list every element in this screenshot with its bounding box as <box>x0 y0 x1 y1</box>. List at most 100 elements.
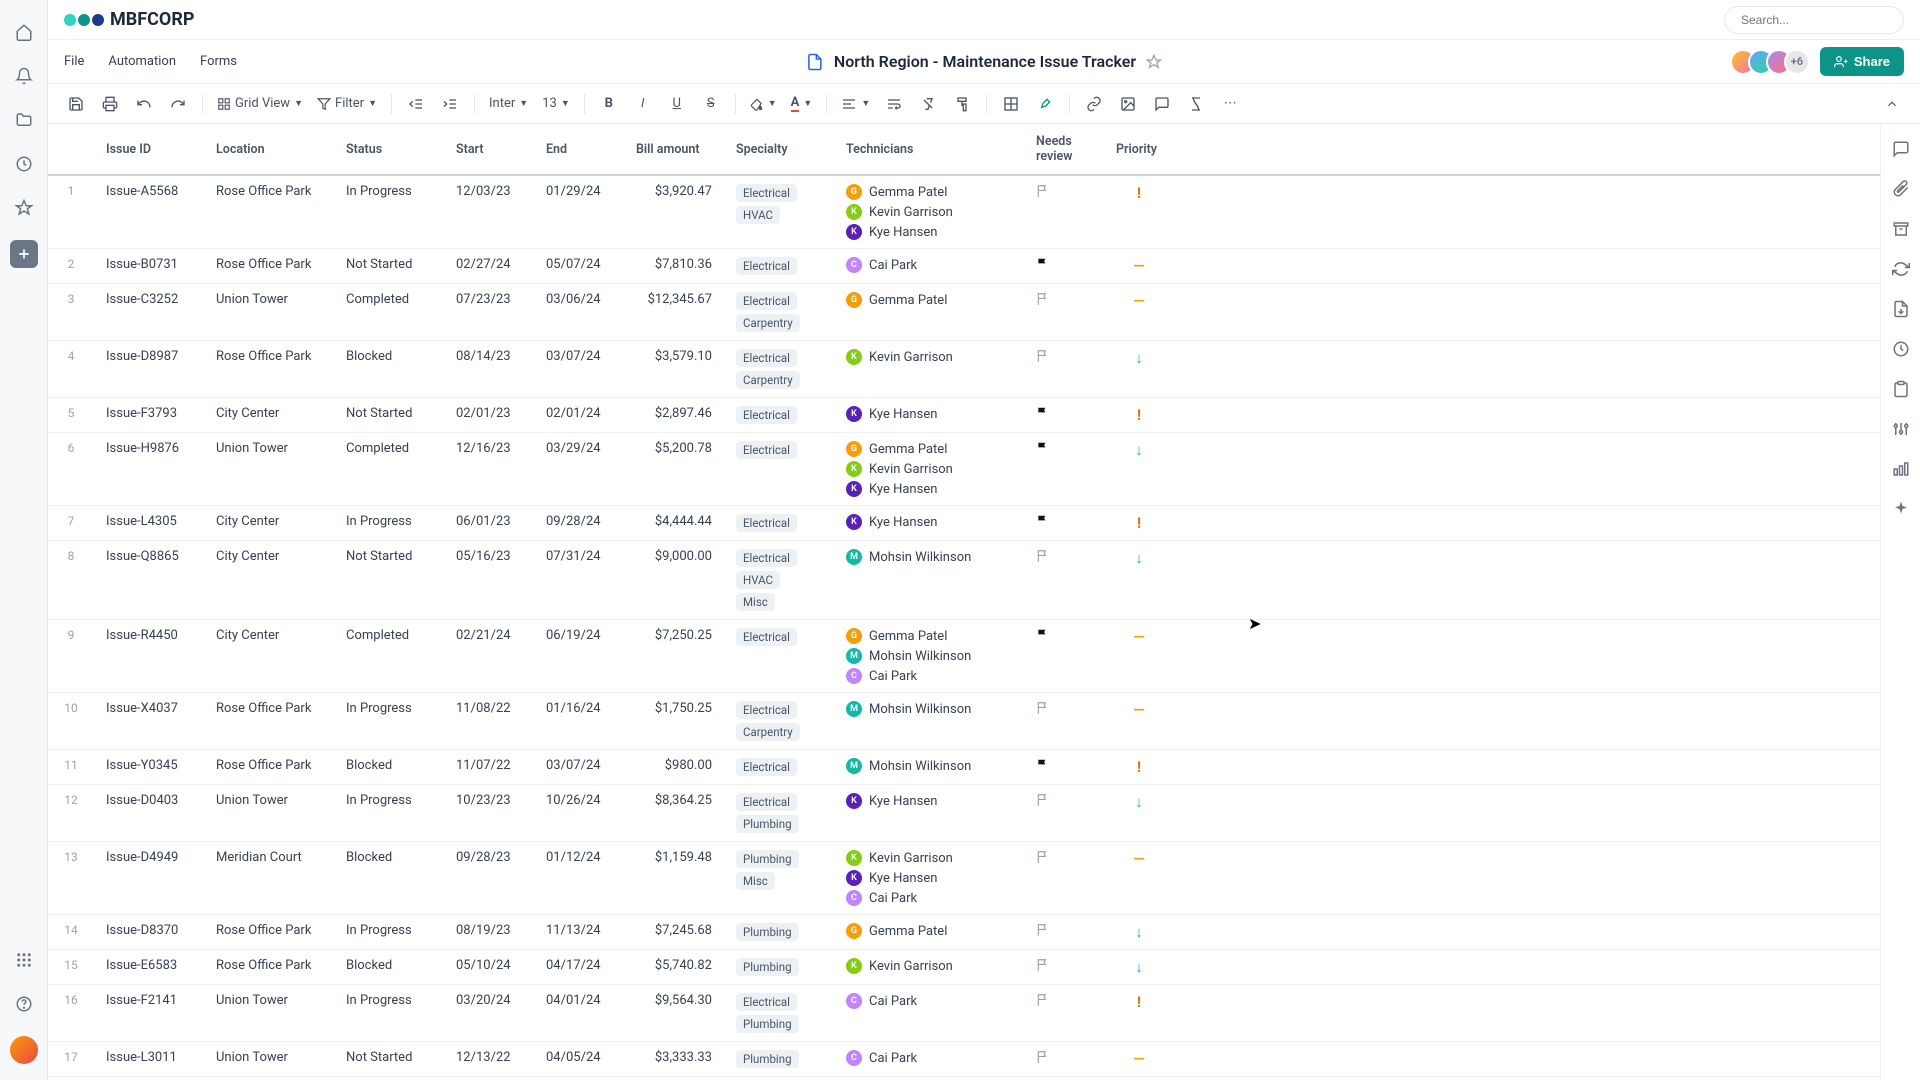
flag-icon[interactable] <box>1036 701 1092 715</box>
flag-icon[interactable] <box>1036 257 1092 271</box>
col-status[interactable]: Status <box>334 124 444 175</box>
cell-specialty[interactable]: ElectricalHVAC <box>724 175 834 249</box>
more-icon[interactable]: ⋯ <box>1216 90 1244 118</box>
favorite-star-icon[interactable] <box>1146 54 1162 70</box>
cell-bill[interactable]: $12,345.67 <box>624 284 724 341</box>
cell-bill[interactable]: $3,920.47 <box>624 175 724 249</box>
cell-empty[interactable] <box>1174 249 1880 284</box>
cell-start[interactable]: 08/14/23 <box>444 341 534 398</box>
print-icon[interactable] <box>96 90 124 118</box>
settings-icon[interactable] <box>1890 418 1912 440</box>
cell-status[interactable]: Completed <box>334 1077 444 1080</box>
activity-icon[interactable] <box>1890 338 1912 360</box>
cell-issue[interactable]: Issue-D8370 <box>94 915 204 950</box>
cell-empty[interactable] <box>1174 620 1880 693</box>
cell-specialty[interactable]: Plumbing <box>724 1042 834 1077</box>
cell-specialty[interactable]: Electrical <box>724 433 834 506</box>
cell-priority[interactable]: ↓ <box>1104 950 1174 985</box>
bold-icon[interactable]: B <box>595 90 623 118</box>
cell-start[interactable]: 02/21/24 <box>444 620 534 693</box>
cell-review[interactable] <box>1024 506 1104 541</box>
outdent-icon[interactable] <box>402 90 430 118</box>
cell-end[interactable]: 05/07/24 <box>534 249 624 284</box>
cell-location[interactable]: Meridian Court <box>204 842 334 915</box>
cell-technicians[interactable]: MMohsin Wilkinson <box>834 541 1024 620</box>
col-end[interactable]: End <box>534 124 624 175</box>
col-empty[interactable] <box>1174 124 1880 175</box>
fontsize-dropdown[interactable]: 13▼ <box>538 90 574 118</box>
cell-empty[interactable] <box>1174 506 1880 541</box>
cell-bill[interactable]: $7,250.25 <box>624 620 724 693</box>
align-icon[interactable]: ▼ <box>837 90 874 118</box>
table-row[interactable]: 1 Issue-A5568 Rose Office Park In Progre… <box>48 175 1880 249</box>
cell-issue[interactable]: Issue-U1473 <box>94 1077 204 1080</box>
cell-review[interactable] <box>1024 249 1104 284</box>
flag-icon[interactable] <box>1036 1050 1092 1064</box>
cell-specialty[interactable]: ElectricalCarpentry <box>724 693 834 750</box>
cell-bill[interactable]: $980.00 <box>624 750 724 785</box>
flag-icon[interactable] <box>1036 993 1092 1007</box>
search-input[interactable] <box>1741 13 1896 27</box>
cell-location[interactable]: City Center <box>204 541 334 620</box>
cell-technicians[interactable]: GGemma PatelMMohsin WilkinsonCCai Park <box>834 620 1024 693</box>
flag-icon[interactable] <box>1036 758 1092 772</box>
col-specialty[interactable]: Specialty <box>724 124 834 175</box>
cell-specialty[interactable]: Electrical <box>724 620 834 693</box>
cell-review[interactable] <box>1024 433 1104 506</box>
cell-review[interactable] <box>1024 620 1104 693</box>
table-row[interactable]: 17 Issue-L3011 Union Tower Not Started 1… <box>48 1042 1880 1077</box>
ai-sparkle-icon[interactable] <box>1890 498 1912 520</box>
cell-technicians[interactable]: MMohsin Wilkinson <box>834 750 1024 785</box>
cell-end[interactable]: 03/06/24 <box>534 284 624 341</box>
cell-start[interactable]: 09/28/23 <box>444 842 534 915</box>
filter-dropdown[interactable]: Filter▼ <box>313 90 381 118</box>
cell-review[interactable] <box>1024 1077 1104 1080</box>
cell-priority[interactable]: — <box>1104 284 1174 341</box>
cell-technicians[interactable]: CCai Park <box>834 249 1024 284</box>
flag-icon[interactable] <box>1036 958 1092 972</box>
cell-priority[interactable]: ! <box>1104 506 1174 541</box>
cell-priority[interactable]: — <box>1104 249 1174 284</box>
cell-empty[interactable] <box>1174 1042 1880 1077</box>
table-row[interactable]: 4 Issue-D8987 Rose Office Park Blocked 0… <box>48 341 1880 398</box>
cell-technicians[interactable]: CCai Park <box>834 1042 1024 1077</box>
flag-icon[interactable] <box>1036 793 1092 807</box>
cell-end[interactable]: 07/31/24 <box>534 541 624 620</box>
cell-priority[interactable]: — <box>1104 620 1174 693</box>
table-row[interactable]: 14 Issue-D8370 Rose Office Park In Progr… <box>48 915 1880 950</box>
cell-issue[interactable]: Issue-F3793 <box>94 398 204 433</box>
cell-status[interactable]: In Progress <box>334 985 444 1042</box>
cell-technicians[interactable]: MMohsin Wilkinson <box>834 693 1024 750</box>
cell-technicians[interactable]: KKye Hansen <box>834 785 1024 842</box>
user-avatar[interactable] <box>10 1036 38 1064</box>
cell-issue[interactable]: Issue-E6583 <box>94 950 204 985</box>
clipboard-icon[interactable] <box>1890 378 1912 400</box>
clock-icon[interactable] <box>12 152 36 176</box>
cell-location[interactable]: Rose Office Park <box>204 950 334 985</box>
cell-specialty[interactable]: ElectricalHVACMisc <box>724 541 834 620</box>
archive-icon[interactable] <box>1890 218 1912 240</box>
cell-priority[interactable]: ! <box>1104 175 1174 249</box>
undo-icon[interactable] <box>130 90 158 118</box>
cell-bill[interactable]: $7,245.68 <box>624 915 724 950</box>
cell-bill[interactable]: $7,810.36 <box>624 249 724 284</box>
search-box[interactable] <box>1724 6 1904 34</box>
cell-issue[interactable]: Issue-R4450 <box>94 620 204 693</box>
cell-end[interactable]: 01/16/24 <box>534 693 624 750</box>
cell-status[interactable]: Completed <box>334 433 444 506</box>
cell-specialty[interactable]: Electrical <box>724 750 834 785</box>
cell-start[interactable]: 02/01/23 <box>444 398 534 433</box>
collapse-toolbar-icon[interactable] <box>1878 90 1906 118</box>
cell-bill[interactable]: $2,897.46 <box>624 398 724 433</box>
cell-status[interactable]: In Progress <box>334 915 444 950</box>
cell-priority[interactable]: ↓ <box>1104 915 1174 950</box>
cell-review[interactable] <box>1024 175 1104 249</box>
cell-start[interactable]: 10/23/23 <box>444 785 534 842</box>
cell-end[interactable]: 10/26/24 <box>534 785 624 842</box>
cell-bill[interactable]: $5,250.25 <box>624 1077 724 1080</box>
table-row[interactable]: 13 Issue-D4949 Meridian Court Blocked 09… <box>48 842 1880 915</box>
attachments-icon[interactable] <box>1890 178 1912 200</box>
cell-bill[interactable]: $8,364.25 <box>624 785 724 842</box>
cell-location[interactable]: Union Tower <box>204 1042 334 1077</box>
cell-location[interactable]: City Center <box>204 398 334 433</box>
